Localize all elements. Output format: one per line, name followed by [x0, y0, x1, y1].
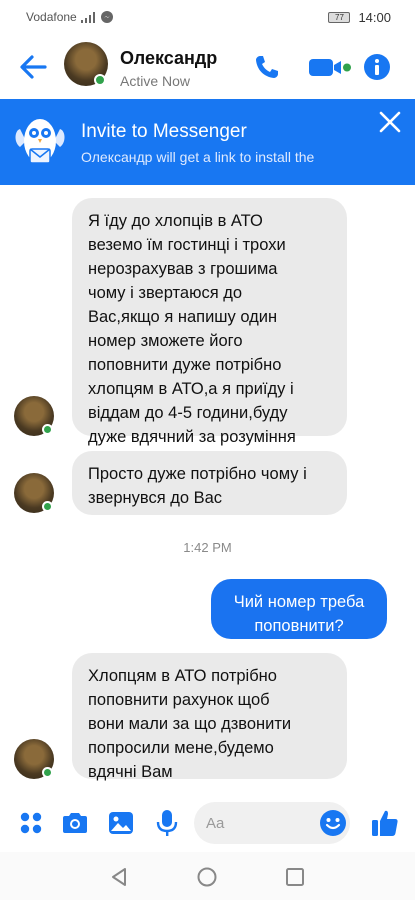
battery-icon: 77 — [328, 11, 351, 23]
info-button[interactable] — [360, 50, 394, 84]
message-timestamp: 1:42 PM — [183, 540, 232, 555]
voice-record-button[interactable] — [150, 806, 184, 840]
camera-button[interactable] — [58, 806, 92, 840]
online-indicator — [42, 501, 53, 512]
four-dots-icon — [20, 812, 42, 834]
status-bar: Vodafone 77 14:00 — [0, 0, 415, 34]
clock: 14:00 — [358, 9, 391, 25]
contact-name[interactable]: Олександр — [120, 48, 217, 69]
outgoing-message-bubble[interactable]: Чий номер треба поповнити? — [211, 579, 387, 639]
status-right: 77 14:00 — [328, 10, 391, 25]
invite-title: Invite to Messenger — [81, 121, 247, 142]
emoji-button[interactable] — [316, 806, 350, 840]
like-button[interactable] — [368, 806, 402, 840]
video-camera-icon — [309, 59, 351, 76]
owl-mascot-icon — [15, 119, 65, 164]
gallery-button[interactable] — [104, 806, 138, 840]
message-input-placeholder: Aa — [206, 814, 225, 832]
system-navigation-bar — [0, 852, 415, 900]
chat-header: Олександр Active Now — [0, 34, 415, 98]
video-call-button[interactable] — [306, 50, 354, 84]
home-circle-icon[interactable] — [196, 866, 218, 888]
online-indicator — [42, 767, 53, 778]
smiley-icon — [320, 810, 346, 836]
status-left: Vodafone — [26, 10, 113, 24]
image-icon — [109, 812, 133, 834]
online-indicator — [42, 424, 53, 435]
incoming-message-bubble[interactable]: Просто дуже потрібно чому і звернувся до… — [72, 451, 347, 515]
back-arrow-icon[interactable] — [16, 50, 50, 84]
signal-icon — [80, 11, 95, 23]
phone-icon — [256, 56, 278, 78]
presence-status: Active Now — [120, 73, 191, 89]
incoming-message-bubble[interactable]: Хлопцям в АТО потрібно поповнити рахунок… — [72, 653, 347, 781]
info-icon — [364, 54, 390, 80]
back-triangle-icon[interactable] — [108, 866, 130, 888]
microphone-icon — [156, 810, 178, 836]
thumbs-up-icon — [372, 810, 398, 836]
camera-icon — [63, 813, 87, 833]
voice-call-button[interactable] — [250, 50, 284, 84]
recents-square-icon[interactable] — [284, 866, 306, 888]
invite-subtitle: Олександр will get a link to install the — [81, 149, 315, 165]
more-actions-button[interactable] — [14, 806, 48, 840]
incoming-message-bubble[interactable]: Я їду до хлопців в АТО веземо їм гостинц… — [72, 198, 347, 446]
messenger-notification-icon — [100, 11, 113, 23]
message-composer: Aa — [0, 796, 415, 852]
online-indicator — [94, 74, 106, 86]
close-icon[interactable] — [377, 109, 403, 135]
carrier-label: Vodafone — [26, 10, 77, 24]
invite-banner[interactable]: Invite to Messenger Олександр will get a… — [0, 99, 415, 185]
